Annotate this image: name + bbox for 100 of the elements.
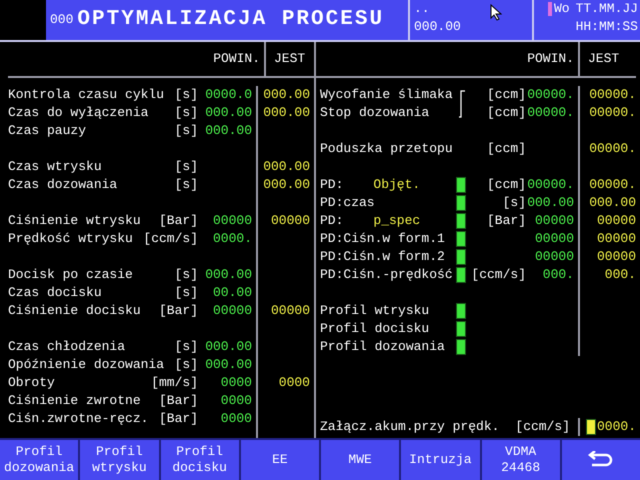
set-value[interactable]: 000.00 [205, 338, 252, 356]
parameter-name: Objęt. [373, 176, 420, 194]
set-value[interactable]: 00000 [534, 248, 574, 266]
set-value[interactable]: 0000.0 [205, 86, 252, 104]
parameter-label: Obroty [8, 374, 55, 392]
unit-label: [Bar] [158, 392, 198, 410]
date-text: TT.MM.JJ [576, 0, 638, 18]
unit-label: [s] [174, 176, 198, 194]
parameter-label: PD:Ciśn.-prędkość [320, 266, 453, 284]
set-value[interactable]: 00000 [534, 212, 574, 230]
column-header: JEST [264, 42, 322, 76]
set-value[interactable]: 000.00 [205, 356, 252, 374]
actual-value: 00000. [589, 86, 636, 104]
softkey-button[interactable]: MWE [321, 440, 400, 480]
parameter-label: Ciśnienie wtrysku [8, 212, 141, 230]
mouse-pointer-icon [490, 4, 502, 21]
actual-value: 00000 [596, 248, 636, 266]
set-value[interactable]: 000.00 [205, 266, 252, 284]
screen-number: 000 [50, 11, 74, 30]
parameter-label: Prędkość wtrysku [8, 230, 133, 248]
actual-value: 000. [604, 266, 636, 284]
unit-label: [ccm/s] [143, 230, 198, 248]
unit-label: [s] [174, 266, 198, 284]
unit-label: [Bar] [158, 410, 198, 428]
column-header: POWIN. [526, 50, 575, 68]
set-value[interactable]: 00.00 [212, 284, 252, 302]
set-value[interactable]: 000.00 [205, 104, 252, 122]
parameter-label: Czas docisku [8, 284, 102, 302]
unit-label: [Bar] [486, 212, 526, 230]
set-value[interactable]: 00000 [212, 212, 252, 230]
set-value[interactable]: 00000. [527, 104, 574, 122]
softkey-button[interactable]: VDMA 24468 [482, 440, 560, 480]
parameter-label: Czas dozowania [8, 176, 118, 194]
parameter-label: Poduszka przetopu [320, 140, 453, 158]
parameter-label: Czas wtrysku [8, 158, 102, 176]
unit-label: [s] [174, 158, 198, 176]
unit-label: [s] [502, 194, 526, 212]
screen-title: OPTYMALIZACJA PROCESU [77, 7, 384, 34]
set-value[interactable]: 0000 [220, 392, 252, 410]
parameter-label: Czas pauzy [8, 122, 86, 140]
column-header: JEST [578, 42, 640, 76]
time-text: HH:MM:SS [576, 18, 638, 36]
set-value[interactable]: 0000 [220, 410, 252, 428]
actual-value: 000.00 [589, 194, 636, 212]
actual-value: 000.00 [263, 86, 310, 104]
parameter-label: Profil docisku [320, 320, 430, 338]
mode-marker-icon [548, 2, 552, 16]
softkey-button[interactable]: Profil dozowania [0, 440, 78, 480]
softkey-button[interactable]: EE [240, 440, 319, 480]
softkey-button[interactable]: Intruzja [401, 440, 480, 480]
softkey-button[interactable]: Profil docisku [160, 440, 239, 480]
set-value[interactable]: 0000 [220, 374, 252, 392]
unit-label: [s] [174, 284, 198, 302]
unit-label: [ccm/s] [471, 266, 526, 284]
parameter-label: Docisk po czasie [8, 266, 133, 284]
actual-value: 000.00 [263, 176, 310, 194]
actual-value: 00000 [270, 302, 310, 320]
parameter-label: Czas do wyłączenia [8, 104, 148, 122]
unit-label: [ccm/s] [515, 418, 570, 436]
parameter-label: Profil dozowania [320, 338, 445, 356]
actual-value: 00000. [589, 104, 636, 122]
status-value: 000.00 [414, 18, 461, 36]
return-icon [588, 451, 614, 469]
unit-label: [ccm] [486, 140, 526, 158]
set-value[interactable]: 0000. [212, 230, 252, 248]
parameter-label: Stop dozowania [320, 104, 430, 122]
set-value[interactable]: 00000 [212, 302, 252, 320]
softkey-button[interactable]: Profil wtrysku [80, 440, 158, 480]
unit-label: [s] [174, 122, 198, 140]
parameter-label: Załącz.akum.przy prędk. [320, 418, 500, 436]
set-value[interactable]: 000.00 [527, 194, 574, 212]
unit-label: [s] [174, 104, 198, 122]
parameter-label: PD:Ciśn.w form.1 [320, 230, 445, 248]
unit-label: [s] [174, 86, 198, 104]
set-value[interactable]: 00000. [527, 86, 574, 104]
parameter-label: PD: [320, 176, 344, 194]
parameter-label: Czas chłodzenia [8, 338, 126, 356]
unit-label: [Bar] [158, 212, 198, 230]
parameter-label: PD:Ciśn.w form.2 [320, 248, 445, 266]
parameter-label: PD:czas [320, 194, 375, 212]
parameter-label: Kontrola czasu cyklu [8, 86, 164, 104]
set-value[interactable]: 000.00 [205, 122, 252, 140]
unit-label: [Bar] [158, 302, 198, 320]
parameter-label: Ciśnienie zwrotne [8, 392, 141, 410]
actual-value: 0000. [596, 418, 636, 436]
unit-label: [mm/s] [151, 374, 198, 392]
column-header: POWIN. [212, 50, 261, 68]
parameter-label: Wycofanie ślimaka [320, 86, 453, 104]
actual-value: 00000 [596, 212, 636, 230]
set-value[interactable]: 00000. [527, 176, 574, 194]
parameter-name: p_spec [373, 212, 420, 230]
actual-value: 0000 [278, 374, 310, 392]
parameter-label: Profil wtrysku [320, 302, 430, 320]
parameter-label: Opóźnienie dozowania [8, 356, 164, 374]
actual-value: 00000. [589, 176, 636, 194]
set-value[interactable]: 000. [542, 266, 574, 284]
return-button[interactable] [562, 440, 640, 480]
set-value[interactable]: 00000 [534, 230, 574, 248]
parameter-label: Ciśnienie docisku [8, 302, 141, 320]
actual-value: 000.00 [263, 158, 310, 176]
